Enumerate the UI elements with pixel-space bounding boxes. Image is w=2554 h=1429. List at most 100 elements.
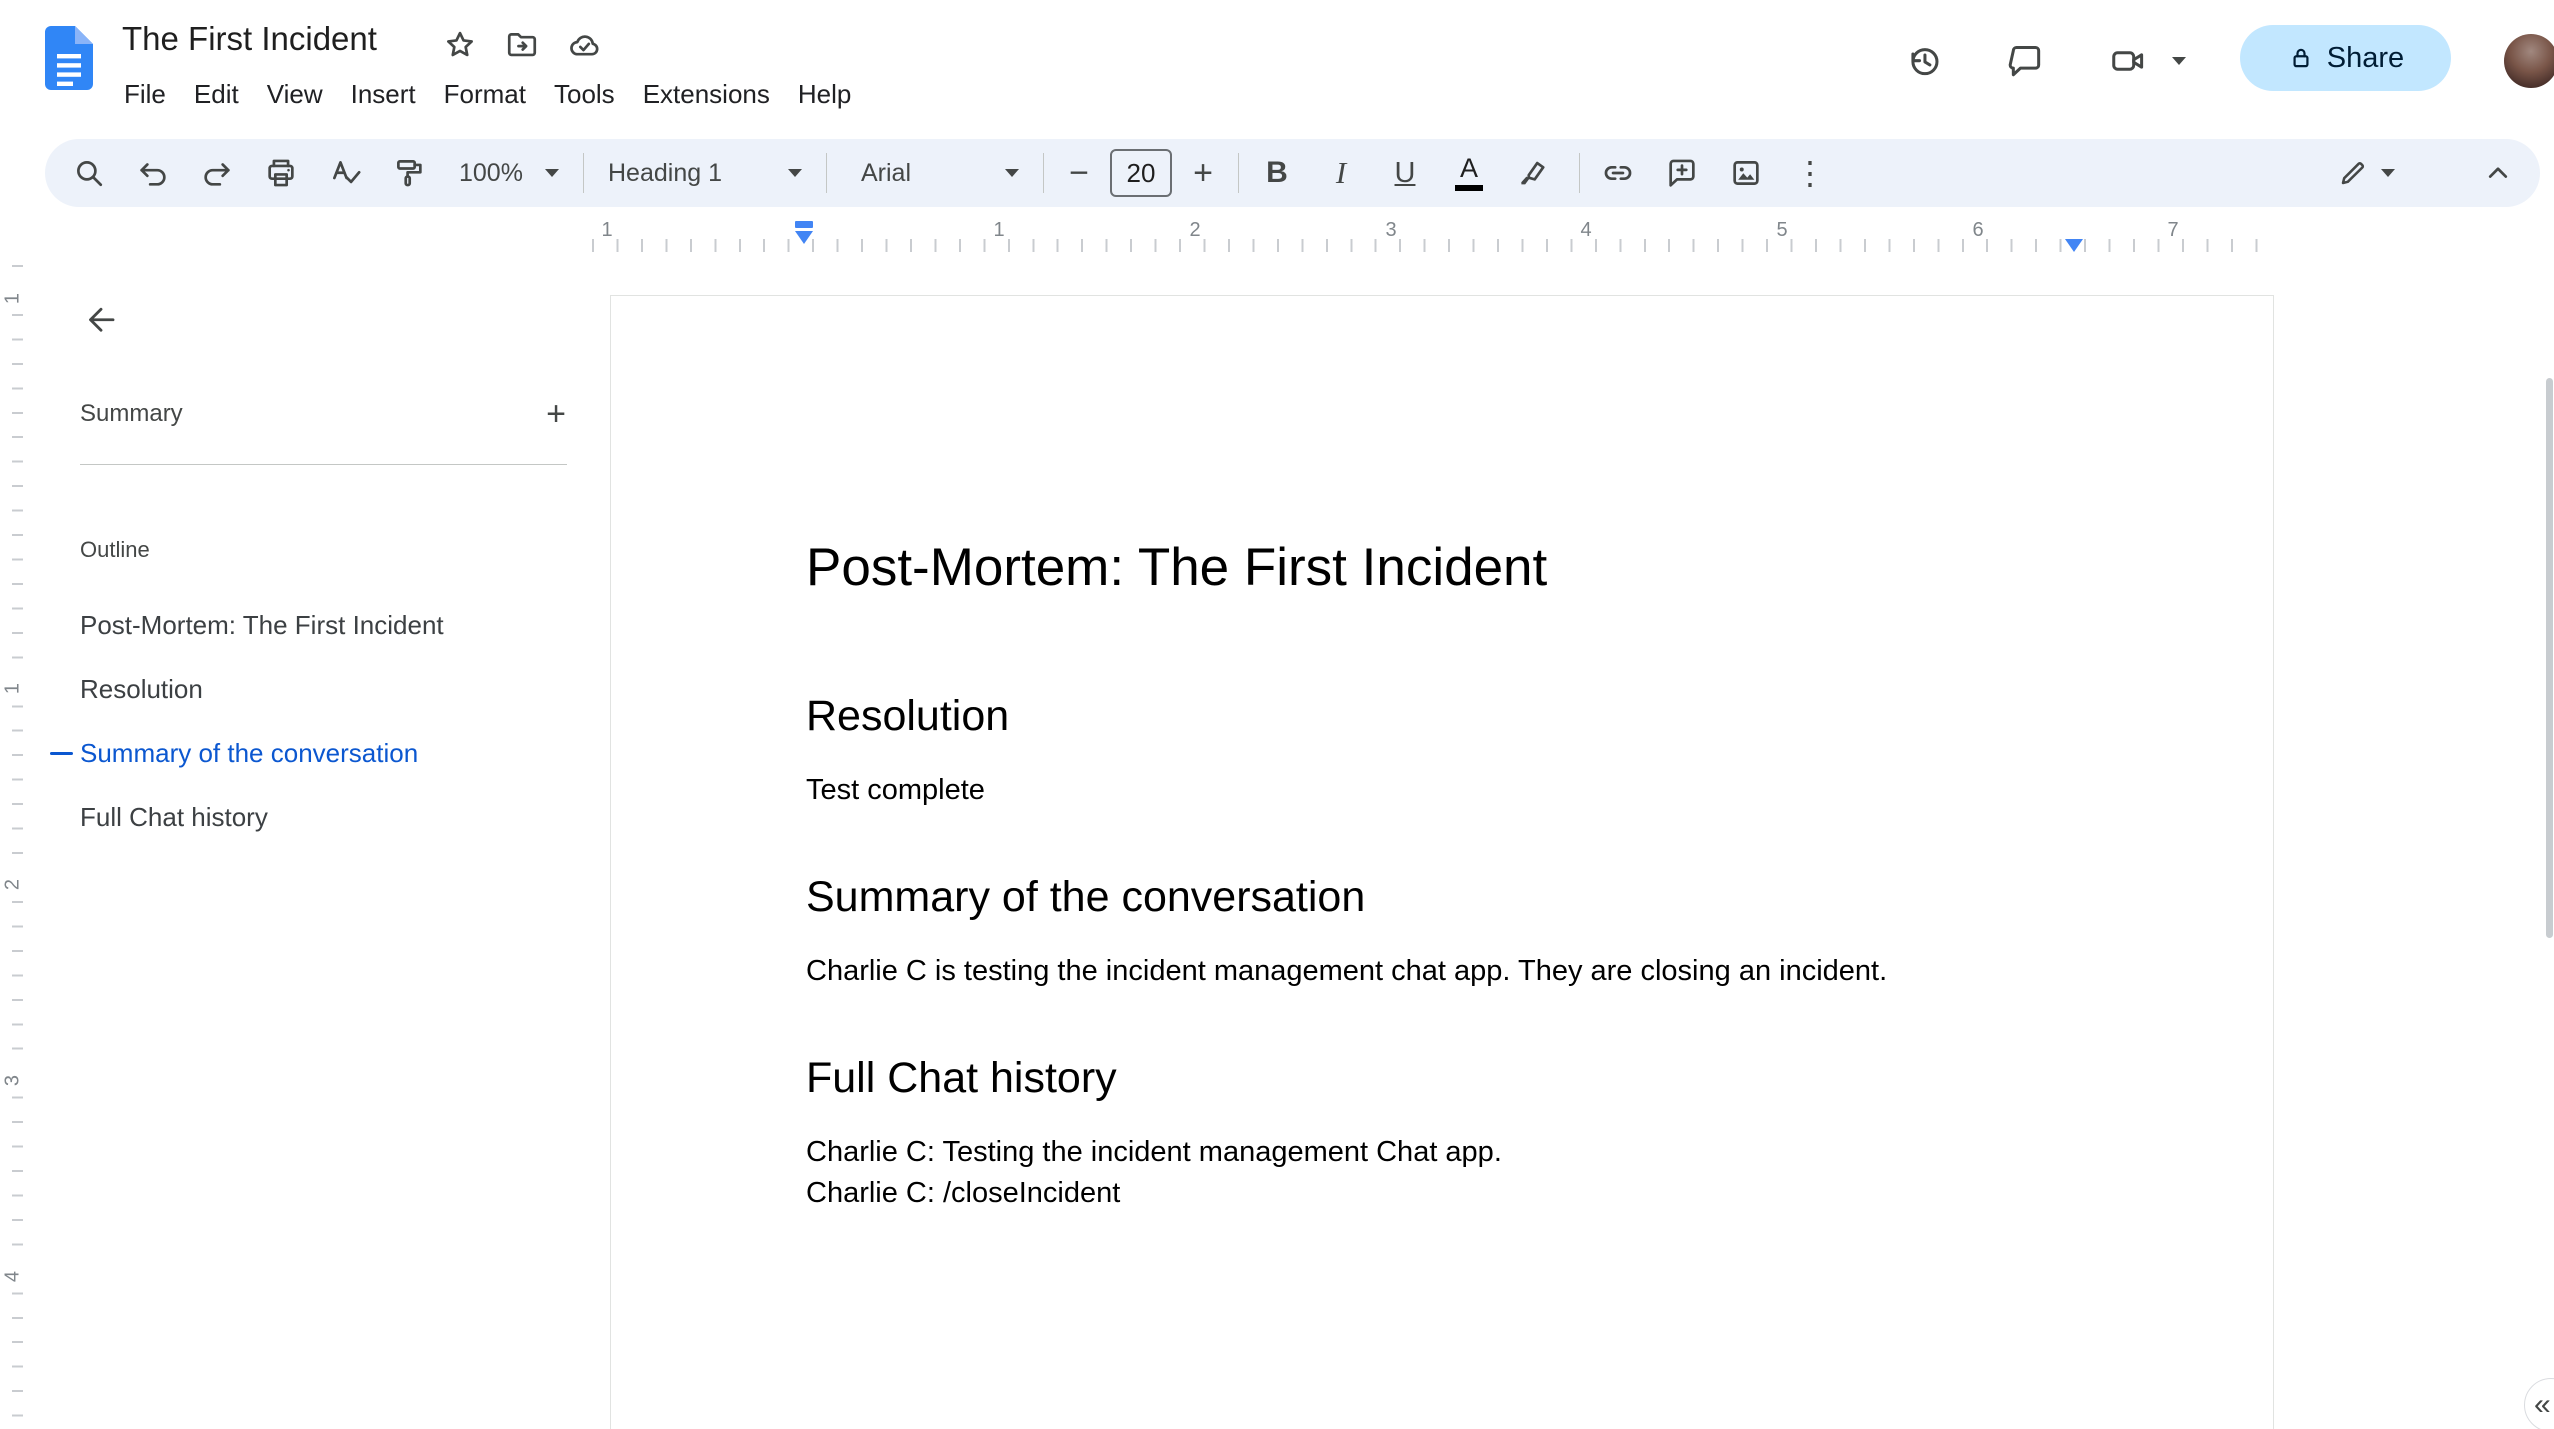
ruler-label: 2 (1, 873, 25, 896)
menu-insert[interactable]: Insert (337, 72, 430, 116)
side-panel-toggle-button[interactable]: « (2524, 1378, 2554, 1429)
outline-item-label: Full Chat history (80, 801, 268, 832)
doc-heading-resolution[interactable]: Resolution (806, 690, 2075, 742)
doc-paragraph[interactable]: Charlie C: /closeIncident (806, 1173, 2075, 1214)
current-position-dash (50, 752, 73, 755)
collapse-toolbar-icon[interactable] (2470, 145, 2526, 201)
add-comment-icon[interactable] (1654, 145, 1710, 201)
underline-button[interactable]: U (1377, 145, 1433, 201)
outline-item-label: Summary of the conversation (80, 737, 419, 768)
outline-item-resolution[interactable]: Resolution (45, 657, 590, 721)
menu-help[interactable]: Help (784, 72, 865, 116)
paint-format-icon[interactable] (381, 145, 437, 201)
outline-item-post-mortem[interactable]: Post-Mortem: The First Incident (45, 593, 590, 657)
toolbar-divider (826, 153, 827, 193)
outline-sidebar: Summary + Outline Post-Mortem: The First… (45, 265, 590, 1429)
star-icon[interactable] (442, 27, 478, 63)
highlight-color-icon[interactable] (1505, 145, 1561, 201)
lock-icon (2293, 48, 2309, 68)
outline-item-full-chat-history[interactable]: Full Chat history (45, 785, 590, 849)
double-chevron-left-icon: « (2534, 1388, 2551, 1421)
menu-view[interactable]: View (253, 72, 337, 116)
doc-heading-full-chat[interactable]: Full Chat history (806, 1052, 2075, 1104)
ruler-ticks (12, 265, 23, 1429)
outline-item-label: Resolution (80, 673, 203, 704)
menu-edit[interactable]: Edit (180, 72, 253, 116)
doc-paragraph[interactable]: Charlie C: Testing the incident manageme… (806, 1132, 2075, 1173)
doc-paragraph[interactable]: Charlie C is testing the incident manage… (806, 951, 2075, 992)
comments-icon[interactable] (1996, 31, 2056, 91)
decrease-font-size-button[interactable]: − (1054, 145, 1104, 201)
font-size-input[interactable]: 20 (1110, 149, 1172, 197)
doc-title-heading[interactable]: Post-Mortem: The First Incident (806, 536, 2075, 600)
zoom-value: 100% (459, 158, 523, 187)
doc-heading-summary[interactable]: Summary of the conversation (806, 871, 2075, 923)
cloud-saved-icon[interactable] (566, 27, 602, 63)
first-line-indent-marker[interactable] (795, 221, 813, 228)
chevron-down-icon (545, 169, 559, 177)
toolbar-divider (1043, 153, 1044, 193)
share-button[interactable]: Share (2240, 25, 2451, 91)
menu-format[interactable]: Format (430, 72, 540, 116)
paragraph-style-value: Heading 1 (608, 158, 722, 187)
menu-tools[interactable]: Tools (540, 72, 629, 116)
italic-button[interactable]: I (1313, 145, 1369, 201)
video-call-caret-icon[interactable] (2172, 57, 2186, 65)
search-icon[interactable] (61, 145, 117, 201)
docs-logo-icon[interactable] (45, 26, 93, 90)
outline-item-summary-of-conversation[interactable]: Summary of the conversation (45, 721, 590, 785)
text-color-glyph: A (1459, 153, 1478, 183)
vertical-ruler: 1 1 2 3 4 (0, 265, 30, 1429)
toolbar: 100% Heading 1 Arial − 20 + B I U A ⋮ (45, 139, 2540, 207)
summary-row: Summary + (80, 390, 580, 438)
pencil-icon (2341, 162, 2365, 185)
menu-file[interactable]: File (110, 72, 180, 116)
version-history-icon[interactable] (1894, 31, 1954, 91)
font-family-select[interactable]: Arial (847, 145, 1033, 201)
move-folder-icon[interactable] (504, 27, 540, 63)
zoom-select[interactable]: 100% (445, 145, 573, 201)
undo-icon[interactable] (125, 145, 181, 201)
document-page[interactable]: Post-Mortem: The First Incident Resoluti… (610, 295, 2274, 1429)
back-arrow-icon[interactable] (73, 291, 129, 347)
ruler-label: 3 (1, 1069, 25, 1092)
menu-extensions[interactable]: Extensions (629, 72, 784, 116)
chevron-down-icon (2381, 169, 2395, 177)
vertical-scrollbar[interactable] (2546, 378, 2553, 938)
left-indent-marker[interactable] (795, 231, 813, 244)
link-icon[interactable] (1590, 145, 1646, 201)
toolbar-divider (583, 153, 584, 193)
paragraph-style-select[interactable]: Heading 1 (594, 145, 816, 201)
outline-label: Outline (80, 537, 150, 562)
editing-mode-button[interactable] (2318, 145, 2414, 201)
share-label: Share (2326, 41, 2405, 74)
document-content[interactable]: Post-Mortem: The First Incident Resoluti… (611, 296, 2273, 1214)
insert-image-icon[interactable] (1718, 145, 1774, 201)
print-icon[interactable] (253, 145, 309, 201)
increase-font-size-button[interactable]: + (1178, 145, 1228, 201)
bold-button[interactable]: B (1249, 145, 1305, 201)
document-title[interactable]: The First Incident (122, 16, 377, 62)
outline-item-label: Post-Mortem: The First Incident (80, 609, 444, 640)
paragraph-group: Charlie C is testing the incident manage… (806, 951, 2075, 992)
ruler-ticks (592, 239, 2274, 252)
toolbar-divider (1238, 153, 1239, 193)
right-indent-marker[interactable] (2065, 239, 2083, 252)
add-summary-button[interactable]: + (532, 390, 580, 438)
redo-icon[interactable] (189, 145, 245, 201)
font-family-value: Arial (861, 158, 912, 187)
paragraph-group: Test complete (806, 770, 2075, 811)
app-header: The First Incident File Edit View Insert… (0, 0, 2554, 139)
toolbar-divider (1579, 153, 1580, 193)
doc-paragraph[interactable]: Test complete (806, 770, 2075, 811)
video-call-icon[interactable] (2098, 31, 2158, 91)
divider (80, 464, 567, 465)
paragraph-group: Charlie C: Testing the incident manageme… (806, 1132, 2075, 1214)
avatar[interactable] (2504, 34, 2554, 88)
spellcheck-icon[interactable] (317, 145, 373, 201)
summary-label: Summary (80, 400, 183, 427)
more-options-button[interactable]: ⋮ (1782, 145, 1838, 201)
menu-bar: File Edit View Insert Format Tools Exten… (110, 72, 865, 116)
text-color-button[interactable]: A (1441, 145, 1497, 201)
outline-items: Post-Mortem: The First Incident Resoluti… (45, 593, 590, 849)
